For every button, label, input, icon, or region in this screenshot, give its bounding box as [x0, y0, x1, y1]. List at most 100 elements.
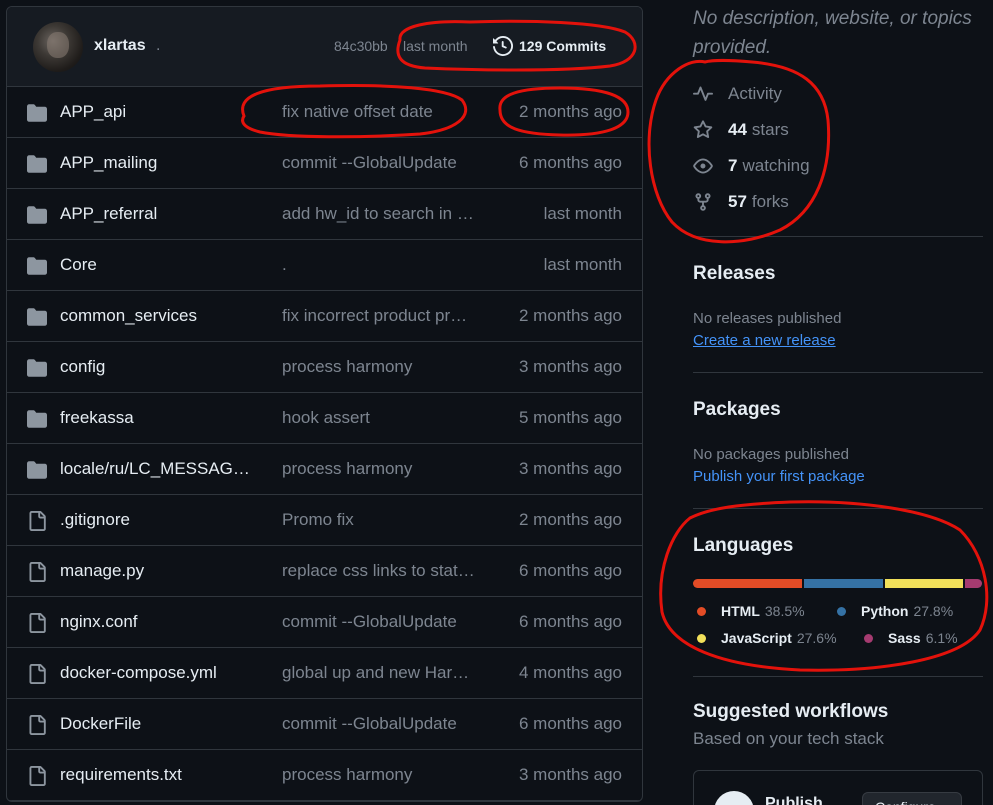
- divider: [693, 372, 983, 373]
- language-color-dot: [697, 606, 706, 616]
- language-item[interactable]: Sass 6.1%: [864, 630, 958, 646]
- releases-empty-note: No releases published: [693, 310, 842, 327]
- table-row[interactable]: APP_api fix native offset date 2 months ag…: [7, 87, 642, 138]
- file-name[interactable]: requirements.txt: [60, 765, 182, 785]
- commit-date: 2 months ago: [518, 306, 622, 325]
- file-icon: [27, 664, 47, 684]
- file-name[interactable]: DockerFile: [60, 714, 141, 734]
- file-name[interactable]: APP_api: [60, 102, 126, 122]
- language-percent: 27.8%: [913, 603, 954, 619]
- file-name[interactable]: manage.py: [60, 561, 144, 581]
- history-icon: [493, 36, 513, 56]
- language-item[interactable]: Python 27.8%: [837, 603, 953, 619]
- table-row[interactable]: Core. last month: [7, 240, 642, 291]
- stars-link[interactable]: 44 stars: [693, 120, 789, 140]
- divider: [693, 676, 983, 677]
- file-name[interactable]: APP_referral: [60, 204, 157, 224]
- file-name[interactable]: docker-compose.yml: [60, 663, 217, 683]
- workflow-name: Publish: [765, 795, 823, 805]
- commit-message[interactable]: commit --GlobalUpdate: [282, 612, 478, 632]
- file-name[interactable]: APP_mailing: [60, 153, 157, 173]
- workflows-title: Suggested workflows: [693, 701, 889, 722]
- configure-button[interactable]: Configure: [862, 792, 962, 805]
- table-row[interactable]: requirements.txt process harmony 3 months …: [7, 750, 642, 801]
- file-name[interactable]: nginx.conf: [60, 612, 138, 632]
- commit-message[interactable]: commit --GlobalUpdate: [282, 714, 478, 734]
- about-description: No description, website, or topics provi…: [693, 8, 972, 58]
- table-row[interactable]: freekassa hook assert 5 months ago: [7, 393, 642, 444]
- publish-package-link[interactable]: Publish your first package: [693, 468, 865, 485]
- commit-date: 3 months ago: [518, 357, 622, 376]
- packages-title[interactable]: Packages: [693, 399, 781, 421]
- commit-time: last month: [403, 38, 468, 54]
- file-name[interactable]: common_services: [60, 306, 197, 326]
- table-row[interactable]: docker-compose.yml global up and new Har……: [7, 648, 642, 699]
- table-row[interactable]: manage.py replace css links to stat… 6 mon…: [7, 546, 642, 597]
- avatar[interactable]: [33, 22, 83, 72]
- commit-date: 6 months ago: [518, 561, 622, 580]
- commit-date: 3 months ago: [518, 459, 622, 478]
- packages-empty-note: No packages published: [693, 446, 849, 463]
- fork-icon: [695, 193, 711, 211]
- releases-title[interactable]: Releases: [693, 263, 775, 285]
- table-row[interactable]: config process harmony 3 months ago: [7, 342, 642, 393]
- language-color-dot: [697, 633, 706, 643]
- commit-author[interactable]: xlartas: [94, 37, 146, 55]
- folder-icon: [27, 154, 47, 173]
- commit-message[interactable]: process harmony: [282, 765, 478, 785]
- commit-message[interactable]: .: [156, 37, 160, 55]
- commit-sha[interactable]: 84c30bb: [334, 38, 388, 54]
- table-row[interactable]: .gitignore Promo fix 2 months ago: [7, 495, 642, 546]
- language-name: JavaScript: [721, 630, 792, 646]
- commits-history-link[interactable]: 129 Commits: [493, 36, 606, 56]
- file-name[interactable]: freekassa: [60, 408, 134, 428]
- commit-message[interactable]: process harmony: [282, 357, 478, 377]
- table-row[interactable]: DockerFile commit --GlobalUpdate 6 months …: [7, 699, 642, 750]
- latest-commit-bar: xlartas . 84c30bb last month 129 Commits: [7, 7, 642, 87]
- activity-link[interactable]: Activity: [693, 84, 782, 104]
- commit-message[interactable]: commit --GlobalUpdate: [282, 153, 478, 173]
- workflow-card: Publish Configure: [693, 770, 983, 805]
- watchers-link[interactable]: 7 watching: [693, 156, 810, 176]
- commit-message[interactable]: add hw_id to search in …: [282, 204, 478, 224]
- commit-message[interactable]: fix incorrect product pr…: [282, 306, 478, 326]
- workflow-logo: [714, 791, 754, 805]
- table-row[interactable]: locale/ru/LC_MESSAG… process harmony 3 mon…: [7, 444, 642, 495]
- commit-message[interactable]: global up and new Har…: [282, 663, 478, 683]
- file-icon: [27, 511, 47, 531]
- file-name[interactable]: locale/ru/LC_MESSAG…: [60, 459, 250, 479]
- language-percent: 38.5%: [764, 603, 805, 619]
- language-name: HTML: [721, 603, 760, 619]
- folder-icon: [27, 256, 47, 275]
- file-icon: [27, 613, 47, 633]
- forks-link[interactable]: 57 forks: [693, 192, 789, 212]
- star-icon: [693, 120, 713, 139]
- folder-icon: [27, 307, 47, 326]
- table-row[interactable]: APP_referral add hw_id to search in … last…: [7, 189, 642, 240]
- stars-count: 44: [728, 120, 747, 139]
- commit-message[interactable]: .: [282, 255, 478, 275]
- table-row[interactable]: nginx.conf commit --GlobalUpdate 6 months …: [7, 597, 642, 648]
- file-name[interactable]: .gitignore: [60, 510, 130, 530]
- file-name[interactable]: Core: [60, 255, 97, 275]
- stars-label: stars: [751, 120, 789, 139]
- file-icon: [27, 715, 47, 735]
- languages-bar: [693, 579, 982, 588]
- create-release-link[interactable]: Create a new release: [693, 332, 836, 349]
- commit-date: 6 months ago: [518, 153, 622, 172]
- table-row[interactable]: common_services fix incorrect product pr……: [7, 291, 642, 342]
- commit-message[interactable]: Promo fix: [282, 510, 478, 530]
- language-percent: 27.6%: [796, 630, 837, 646]
- pulse-icon: [693, 86, 713, 101]
- language-item[interactable]: HTML 38.5%: [697, 603, 805, 619]
- commit-message[interactable]: process harmony: [282, 459, 478, 479]
- commit-message[interactable]: fix native offset date: [282, 102, 478, 122]
- language-name: Sass: [888, 630, 921, 646]
- commit-message[interactable]: hook assert: [282, 408, 478, 428]
- commit-message[interactable]: replace css links to stat…: [282, 561, 478, 581]
- file-name[interactable]: config: [60, 357, 105, 377]
- language-item[interactable]: JavaScript 27.6%: [697, 630, 837, 646]
- divider: [693, 508, 983, 509]
- table-row[interactable]: APP_mailing commit --GlobalUpdate 6 months…: [7, 138, 642, 189]
- folder-icon: [27, 460, 47, 479]
